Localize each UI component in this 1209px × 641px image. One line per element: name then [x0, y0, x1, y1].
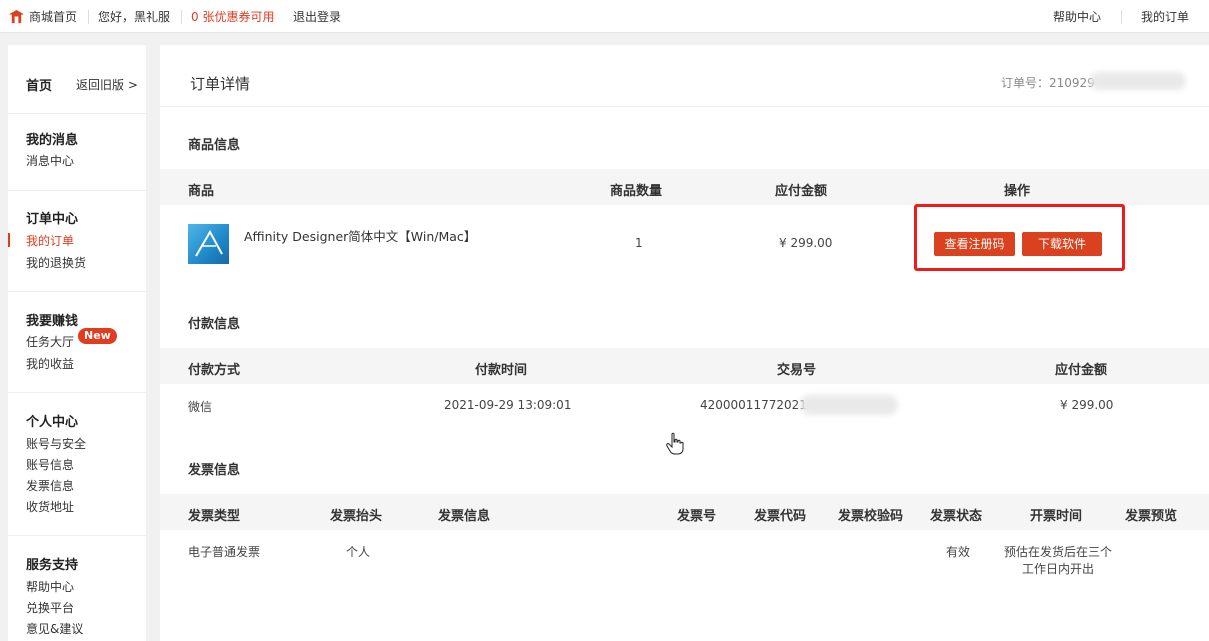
sidebar-divider — [8, 392, 146, 393]
col-invoice-status: 发票状态 — [930, 509, 983, 524]
sidebar-divider — [8, 113, 146, 114]
payment-section-title: 付款信息 — [188, 317, 241, 332]
invoice-time-line1: 预估在发货后在三个 — [1004, 545, 1113, 559]
sidebar-item-help-center[interactable]: 帮助中心 — [26, 578, 74, 595]
sidebar-home-link[interactable]: 首页 — [26, 75, 52, 94]
topbar-divider — [88, 10, 89, 24]
col-invoice-time: 开票时间 — [1030, 509, 1083, 524]
sidebar-item-my-orders[interactable]: 我的订单 — [26, 232, 74, 249]
col-invoice-preview: 发票预览 — [1125, 509, 1178, 524]
redacted-order-number — [1090, 72, 1186, 90]
sidebar: 首页 返回旧版 > 我的消息 消息中心 订单中心 我的订单 我的退换货 我要赚钱… — [8, 45, 146, 641]
sidebar-item-message-center[interactable]: 消息中心 — [26, 152, 74, 169]
invoice-header: 个人 — [346, 545, 371, 559]
sidebar-item-redeem[interactable]: 兑换平台 — [26, 599, 74, 616]
sidebar-section-orders: 订单中心 — [26, 212, 79, 227]
product-section-title: 商品信息 — [188, 138, 241, 153]
affinity-designer-logo-icon — [195, 229, 223, 257]
sidebar-item-shipping-address[interactable]: 收货地址 — [26, 498, 74, 515]
active-indicator — [8, 233, 10, 247]
sidebar-item-task-hall[interactable]: 任务大厅 — [26, 333, 74, 350]
sidebar-section-messages: 我的消息 — [26, 133, 79, 148]
sidebar-item-earnings[interactable]: 我的收益 — [26, 355, 74, 372]
order-detail-panel: 订单详情 订单号：210929 商品信息 商品 商品数量 应付金额 操作 Aff… — [160, 45, 1209, 641]
sidebar-divider — [8, 291, 146, 292]
page-title: 订单详情 — [190, 75, 251, 93]
coupon-link[interactable]: 0 张优惠券可用 — [191, 10, 274, 24]
invoice-status: 有效 — [946, 545, 971, 559]
my-orders-link[interactable]: 我的订单 — [1141, 10, 1189, 24]
col-invoice-info: 发票信息 — [438, 509, 491, 524]
col-product: 商品 — [188, 184, 215, 199]
topbar-divider — [1121, 10, 1122, 24]
col-invoice-type: 发票类型 — [188, 509, 241, 524]
topbar-divider — [181, 10, 182, 24]
payment-amount: ¥ 299.00 — [1060, 398, 1114, 412]
col-invoice-code: 发票代码 — [754, 509, 807, 524]
col-payment-method: 付款方式 — [188, 363, 241, 378]
hand-cursor-icon — [666, 432, 684, 455]
sidebar-item-invoice-info[interactable]: 发票信息 — [26, 477, 74, 494]
payment-method: 微信 — [188, 400, 213, 414]
shop-home-link[interactable]: 商城首页 — [29, 10, 77, 24]
payment-table-header: 付款方式 付款时间 交易号 应付金额 — [160, 348, 1209, 384]
order-number: 订单号：210929 — [1001, 76, 1095, 90]
shop-home-icon[interactable] — [9, 9, 24, 24]
payment-time: 2021-09-29 13:09:01 — [444, 398, 572, 412]
col-payment-amount: 应付金额 — [1055, 363, 1108, 378]
sidebar-item-feedback[interactable]: 意见&建议 — [26, 620, 83, 637]
trade-number: 42000011772021 — [700, 398, 807, 412]
sidebar-divider — [8, 535, 146, 536]
col-quantity: 商品数量 — [610, 184, 663, 199]
sidebar-section-earn: 我要赚钱 — [26, 314, 79, 329]
sidebar-item-account-security[interactable]: 账号与安全 — [26, 435, 86, 452]
col-invoice-number: 发票号 — [677, 509, 717, 524]
product-thumbnail[interactable] — [188, 224, 229, 264]
invoice-type: 电子普通发票 — [188, 545, 261, 559]
title-divider — [160, 106, 1209, 107]
sidebar-section-support: 服务支持 — [26, 558, 79, 573]
col-invoice-header: 发票抬头 — [330, 509, 383, 524]
invoice-table-header: 发票类型 发票抬头 发票信息 发票号 发票代码 发票校验码 发票状态 开票时间 … — [160, 494, 1209, 530]
invoice-section-title: 发票信息 — [188, 463, 241, 478]
sidebar-section-personal: 个人中心 — [26, 415, 79, 430]
product-name-link[interactable]: Affinity Designer简体中文【Win/Mac】 — [244, 226, 476, 245]
sidebar-item-returns[interactable]: 我的退换货 — [26, 254, 86, 271]
view-registration-code-button[interactable]: 查看注册码 — [934, 232, 1015, 256]
product-quantity: 1 — [635, 236, 643, 250]
redacted-trade-number — [800, 395, 898, 415]
col-amount: 应付金额 — [775, 184, 828, 199]
sidebar-divider — [8, 190, 146, 191]
col-payment-time: 付款时间 — [475, 363, 528, 378]
product-table-header: 商品 商品数量 应付金额 操作 — [160, 169, 1209, 205]
back-to-old-version-link[interactable]: 返回旧版 > — [76, 76, 138, 93]
sidebar-item-account-info[interactable]: 账号信息 — [26, 456, 74, 473]
greeting-text: 您好，黑礼服 — [98, 10, 171, 24]
download-software-button[interactable]: 下载软件 — [1022, 232, 1102, 256]
new-badge: New — [78, 328, 117, 344]
top-bar: 商城首页 您好，黑礼服 0 张优惠券可用 退出登录 帮助中心 我的订单 — [0, 0, 1209, 33]
help-center-link[interactable]: 帮助中心 — [1053, 10, 1101, 24]
col-actions: 操作 — [1004, 184, 1031, 199]
logout-link[interactable]: 退出登录 — [293, 10, 341, 24]
col-trade-number: 交易号 — [777, 363, 817, 378]
invoice-time-line2: 工作日内开出 — [1022, 562, 1095, 576]
product-amount: ¥ 299.00 — [779, 236, 833, 250]
col-invoice-check-code: 发票校验码 — [838, 509, 904, 524]
